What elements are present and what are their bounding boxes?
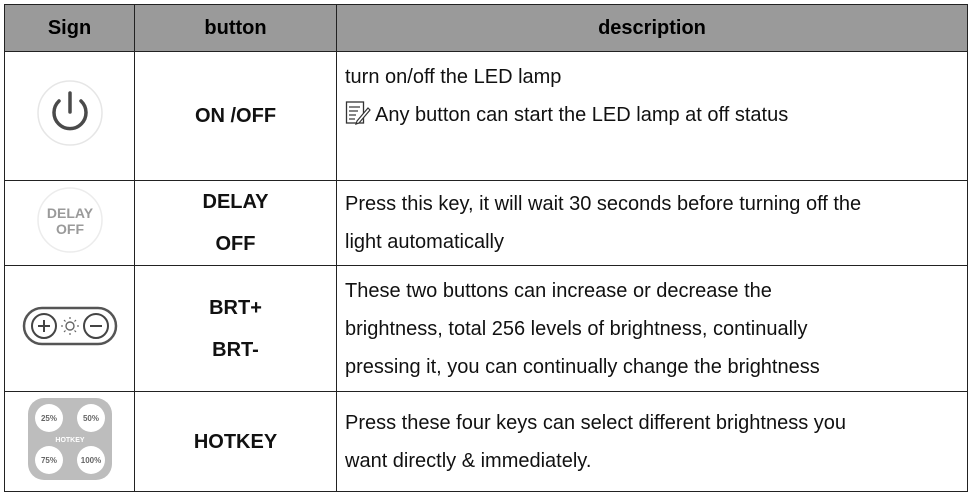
table-row: BRT+ BRT- These two buttons can increase…	[4, 265, 968, 392]
header-sign: Sign	[4, 4, 135, 52]
off-icon-text: OFF	[56, 221, 84, 237]
description-cell: Press these four keys can select differe…	[336, 391, 968, 492]
note-pencil-icon	[345, 100, 371, 126]
delay-off-icon: DELAY OFF	[35, 185, 105, 261]
button-name-cell: DELAY OFF	[134, 180, 337, 266]
sign-cell	[4, 265, 135, 392]
button-name-cell: HOTKEY	[134, 391, 337, 492]
header-button: button	[134, 4, 337, 52]
description-line: Press this key, it will wait 30 seconds …	[345, 193, 862, 215]
hotkey-100-label: 100%	[80, 456, 100, 465]
description-line: turn on/off the LED lamp	[345, 66, 562, 88]
hotkey-pad-icon: 25% 50% HOTKEY 75% 100%	[26, 396, 114, 488]
button-spec-table: Sign button description ON /OFF turn on/…	[4, 4, 968, 492]
description-line: brightness, total 256 levels of brightne…	[345, 317, 808, 340]
button-name: OFF	[215, 233, 256, 255]
note-line: Any button can start the LED lamp at off…	[345, 96, 959, 134]
hotkey-25-label: 25%	[40, 414, 56, 423]
hotkey-center-label: HOTKEY	[55, 437, 85, 444]
note-text: Any button can start the LED lamp at off…	[375, 104, 789, 126]
table-row: 25% 50% HOTKEY 75% 100% HOTKEY Press the…	[4, 391, 968, 492]
table-row: ON /OFF turn on/off the LED lamp Any but…	[4, 51, 968, 181]
description-cell: turn on/off the LED lamp Any button can …	[336, 51, 968, 181]
delay-icon-text: DELAY	[46, 205, 93, 221]
button-name: DELAY	[202, 191, 269, 213]
description-line: pressing it, you can continually change …	[345, 355, 820, 378]
button-name: BRT-	[212, 338, 259, 361]
button-name: BRT+	[209, 296, 262, 319]
description-cell: Press this key, it will wait 30 seconds …	[336, 180, 968, 266]
header-row: Sign button description	[4, 4, 968, 52]
description-line: light automatically	[345, 231, 504, 253]
power-icon	[35, 78, 105, 154]
sign-cell	[4, 51, 135, 181]
description-line: want directly & immediately.	[345, 449, 592, 472]
button-name: HOTKEY	[193, 430, 278, 453]
hotkey-50-label: 50%	[82, 414, 98, 423]
description-cell: These two buttons can increase or decrea…	[336, 265, 968, 392]
sign-cell: DELAY OFF	[4, 180, 135, 266]
button-name-cell: BRT+ BRT-	[134, 265, 337, 392]
hotkey-75-label: 75%	[40, 456, 56, 465]
button-name: ON /OFF	[194, 105, 277, 127]
sign-cell: 25% 50% HOTKEY 75% 100%	[4, 391, 135, 492]
header-description: description	[336, 4, 968, 52]
brightness-plus-minus-icon	[22, 304, 118, 354]
description-line: These two buttons can increase or decrea…	[345, 279, 772, 302]
description-line: Press these four keys can select differe…	[345, 411, 847, 434]
button-name-cell: ON /OFF	[134, 51, 337, 181]
table-row: DELAY OFF DELAY OFF Press this key, it w…	[4, 180, 968, 266]
